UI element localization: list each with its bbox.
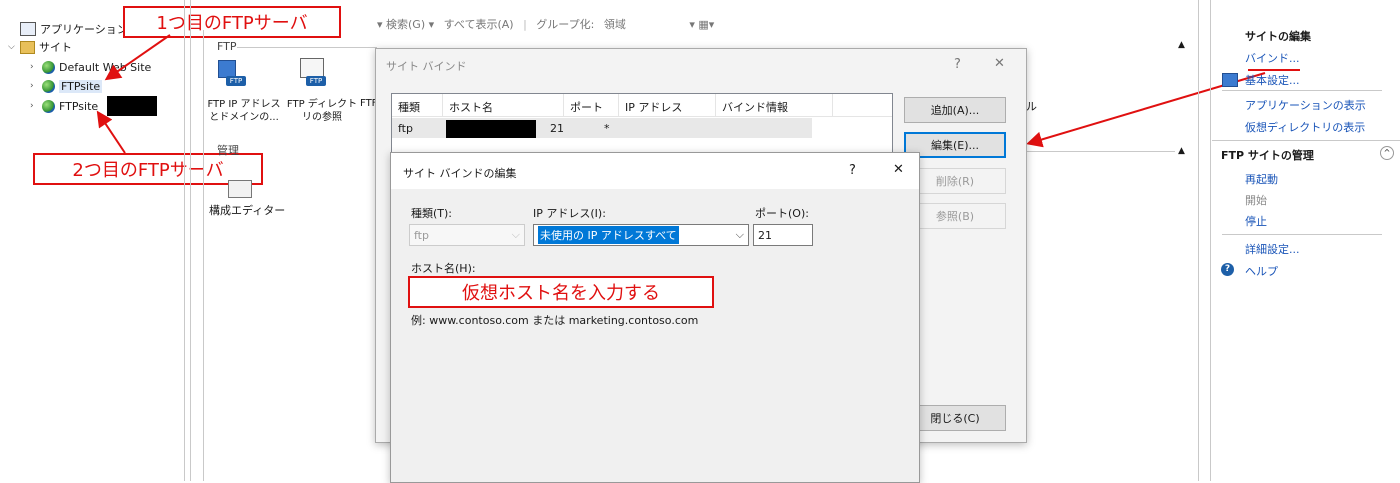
group-by-select[interactable]: 領域 — [604, 18, 626, 31]
close-icon[interactable]: ✕ — [994, 56, 1005, 71]
ip-value: 未使用の IP アドレスすべて — [538, 226, 679, 244]
ftp-dir-browse-label[interactable]: FTP ディレクト リの参照 — [282, 98, 362, 124]
actions-header-ftp-manage: FTP サイトの管理 — [1221, 149, 1314, 162]
type-label: 種類(T): — [411, 207, 453, 220]
feature-label-line: とドメインの... — [209, 112, 279, 123]
divider — [237, 47, 377, 48]
hostname-input[interactable]: 仮想ホスト名を入力する — [408, 276, 714, 308]
action-stop[interactable]: 停止 — [1245, 213, 1267, 229]
mgmt-section-header: 管理 — [217, 144, 239, 157]
action-view-applications[interactable]: アプリケーションの表示 — [1245, 97, 1366, 113]
cell-port: 21 — [550, 122, 564, 135]
arrow-to-first-ftp — [104, 34, 171, 81]
action-advanced-settings[interactable]: 詳細設定... — [1245, 241, 1300, 257]
action-bindings[interactable]: バインド... — [1245, 50, 1300, 66]
column-header-type[interactable]: 種類 — [392, 94, 443, 116]
list-header: 種類 ホスト名 ポート IP アドレス バインド情報 — [392, 94, 892, 117]
column-header-binding-info[interactable]: バインド情報 — [716, 94, 833, 116]
action-basic-settings[interactable]: 基本設定... — [1245, 72, 1300, 88]
group-by-label: グループ化: — [536, 18, 595, 31]
action-restart[interactable]: 再起動 — [1245, 171, 1278, 187]
show-all-button[interactable]: すべて表示(A) — [444, 18, 514, 31]
view-toggle-icon[interactable]: ▾ ▦▾ — [689, 18, 714, 31]
config-editor-label[interactable]: 構成エディター — [209, 202, 285, 218]
hostname-example: 例: www.contoso.com または marketing.contoso… — [411, 314, 699, 327]
ip-label: IP アドレス(I): — [533, 207, 606, 220]
feature-label-line: FTP IP アドレス — [207, 99, 281, 110]
actions-header-edit-site: サイトの編集 — [1245, 30, 1311, 43]
divider — [1005, 151, 1175, 152]
column-header-port[interactable]: ポート — [564, 94, 619, 116]
type-select: ftp ⌵ — [409, 224, 525, 246]
divider — [1222, 90, 1382, 91]
ip-address-select[interactable]: 未使用の IP アドレスすべて ⌵ — [533, 224, 749, 246]
divider — [1212, 140, 1400, 141]
arrow-to-second-ftp — [96, 110, 126, 154]
collapse-icon[interactable]: ▲ — [1178, 40, 1185, 50]
divider — [190, 0, 191, 481]
collapse-icon[interactable]: ▲ — [1178, 146, 1185, 156]
edit-binding-dialog: サイト バインドの編集 ? ✕ 種類(T): ftp ⌵ IP アドレス(I):… — [390, 152, 920, 483]
toolbar: ▾ 検索(G) ▾ すべて表示(A) | グループ化: 領域 ▾ ▦▾ — [377, 18, 715, 31]
ftp-ip-restrict-icon[interactable]: FTP — [214, 58, 248, 90]
settings-icon — [1222, 73, 1238, 87]
help-icon[interactable]: ? — [954, 57, 961, 72]
feature-label-line: リの参照 — [302, 112, 342, 123]
divider — [184, 0, 185, 481]
ftp-section-header: FTP — [217, 40, 237, 53]
action-help[interactable]: ヘルプ — [1245, 263, 1278, 279]
config-editor-icon[interactable] — [228, 180, 252, 198]
close-icon[interactable]: ✕ — [893, 162, 904, 177]
action-view-vdirs[interactable]: 仮想ディレクトリの表示 — [1245, 119, 1365, 135]
port-input[interactable]: 21 — [753, 224, 813, 246]
chevron-down-icon: ⌵ — [511, 228, 520, 241]
help-icon: ? — [1221, 263, 1234, 276]
redaction — [446, 120, 536, 138]
dialog-title: サイト バインドの編集 — [403, 167, 517, 180]
divider — [1198, 0, 1199, 481]
divider — [1222, 234, 1382, 235]
column-header-ip[interactable]: IP アドレス — [619, 94, 716, 116]
table-row[interactable]: ftp 21 * — [392, 118, 812, 138]
search-filter[interactable]: ▾ 検索(G) ▾ — [377, 18, 434, 31]
action-start: 開始 — [1245, 194, 1267, 207]
ftp-ip-restrict-label[interactable]: FTP IP アドレス とドメインの... — [204, 98, 284, 124]
add-button[interactable]: 追加(A)... — [904, 97, 1006, 123]
port-label: ポート(O): — [755, 207, 809, 220]
help-icon[interactable]: ? — [849, 163, 856, 178]
divider — [1210, 0, 1211, 481]
cell-ip: * — [604, 122, 610, 135]
feature-label-truncated: ル — [1026, 100, 1037, 113]
type-value: ftp — [414, 228, 429, 242]
chevron-down-icon[interactable]: ⌵ — [736, 228, 744, 242]
cell-type: ftp — [398, 122, 413, 135]
ftp-dir-browse-icon[interactable]: FTP — [298, 58, 328, 90]
chevron-up-icon[interactable]: ^ — [1380, 146, 1394, 160]
column-header-hostname[interactable]: ホスト名 — [443, 94, 564, 116]
feature-label-line: FTP ディレクト — [286, 99, 358, 110]
dialog-title: サイト バインド — [386, 60, 467, 73]
hostname-label: ホスト名(H): — [411, 262, 476, 275]
